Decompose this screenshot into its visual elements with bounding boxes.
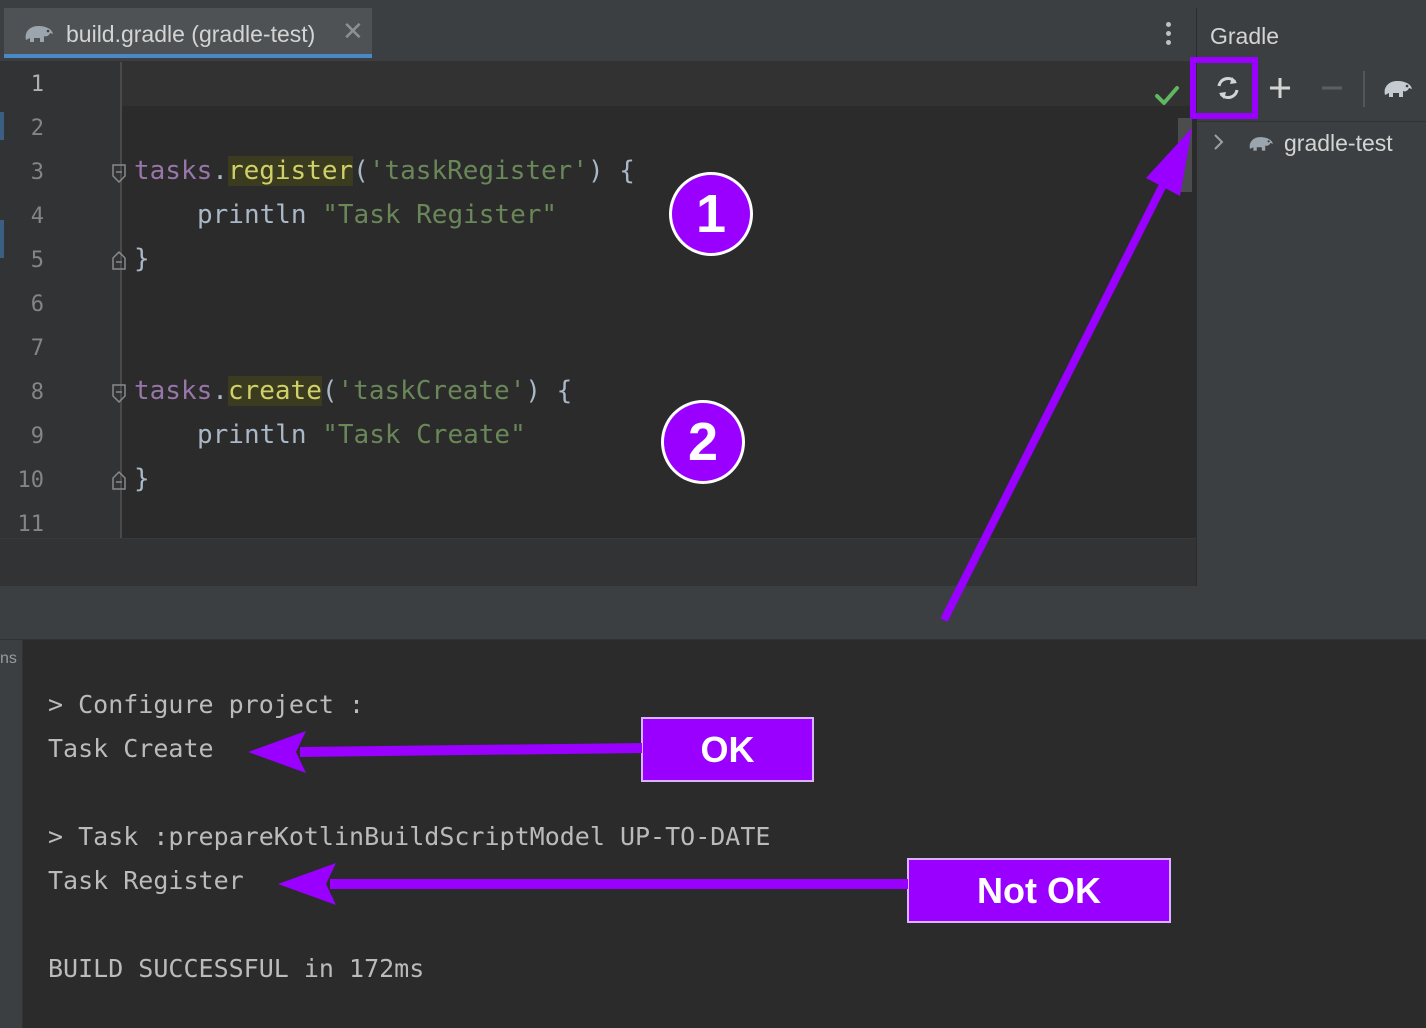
tree-item-label: gradle-test [1284, 130, 1393, 156]
remove-button[interactable] [1307, 61, 1357, 115]
fold-close-icon[interactable] [111, 250, 127, 270]
tool-window-header [0, 586, 1426, 640]
close-icon[interactable]: ✕ [342, 17, 364, 47]
gradle-panel-title: Gradle [1210, 23, 1280, 49]
gutter-separator [120, 62, 122, 540]
side-label: ns [0, 650, 17, 667]
gradle-elephant-icon [25, 26, 53, 42]
current-line-highlight [122, 62, 1196, 106]
chevron-right-icon[interactable] [1211, 132, 1227, 152]
line-number: 7 [30, 336, 44, 361]
code-editor[interactable]: 1 2 3 4 5 6 7 8 9 10 11 tasks.register('… [0, 62, 1196, 540]
execute-gradle-task-button[interactable] [1373, 61, 1423, 115]
build-output-console[interactable]: ns > Configure project : Task Create > T… [0, 640, 1426, 1028]
annotation-not-ok-label: Not OK [907, 858, 1171, 923]
console-side-strip: ns [0, 640, 23, 1028]
more-vertical-icon[interactable] [1160, 22, 1176, 52]
annotation-badge-1: 1 [669, 172, 753, 256]
annotation-badge-2: 2 [661, 400, 745, 484]
editor-horizontal-bar [0, 538, 1196, 587]
add-button[interactable] [1255, 61, 1305, 115]
line-number: 2 [30, 116, 44, 141]
fold-close-icon[interactable] [111, 470, 127, 490]
check-icon[interactable] [1150, 78, 1184, 112]
line-number: 5 [30, 248, 44, 273]
line-number: 11 [17, 512, 45, 537]
editor-scrollbar-thumb[interactable] [1178, 118, 1192, 192]
fold-open-icon[interactable] [111, 164, 127, 184]
output-line-task-create: Task Create [48, 734, 214, 763]
code-line-register: tasks.register('taskRegister') { [134, 156, 635, 186]
window-top-strip [0, 0, 1426, 8]
code-line-println-create: println "Task Create" [197, 420, 526, 450]
tree-item-gradle-test[interactable]: gradle-test [1197, 124, 1426, 164]
code-line-close-brace: } [134, 464, 150, 494]
line-number: 8 [30, 380, 44, 405]
output-line-prepare: > Task :prepareKotlinBuildScriptModel UP… [48, 822, 771, 851]
line-number: 10 [17, 468, 45, 493]
line-number: 6 [30, 292, 44, 317]
fold-open-icon[interactable] [111, 384, 127, 404]
gradle-elephant-icon [1249, 137, 1273, 151]
toolbar-separator [1363, 71, 1365, 107]
output-line-task-register: Task Register [48, 866, 244, 895]
line-number: 4 [30, 204, 44, 229]
annotation-ok-label: OK [641, 717, 814, 782]
minus-icon [1322, 86, 1342, 90]
editor-tab-bar: build.gradle (gradle-test) ✕ [0, 8, 1196, 62]
tab-title: build.gradle (gradle-test) [66, 21, 316, 47]
line-number: 1 [30, 72, 44, 97]
gradle-elephant-icon [1384, 81, 1412, 97]
code-line-create: tasks.create('taskCreate') { [134, 376, 573, 406]
line-number: 9 [30, 424, 44, 449]
code-line-println-register: println "Task Register" [197, 200, 558, 230]
line-number: 3 [30, 160, 44, 185]
output-line-build-result: BUILD SUCCESSFUL in 172ms [48, 954, 425, 983]
refresh-highlight-box [1190, 57, 1258, 119]
plus-icon [1270, 78, 1290, 98]
code-line-close-brace: } [134, 244, 150, 274]
tab-build-gradle[interactable]: build.gradle (gradle-test) ✕ [4, 8, 372, 58]
output-line-configure: > Configure project : [48, 690, 365, 719]
